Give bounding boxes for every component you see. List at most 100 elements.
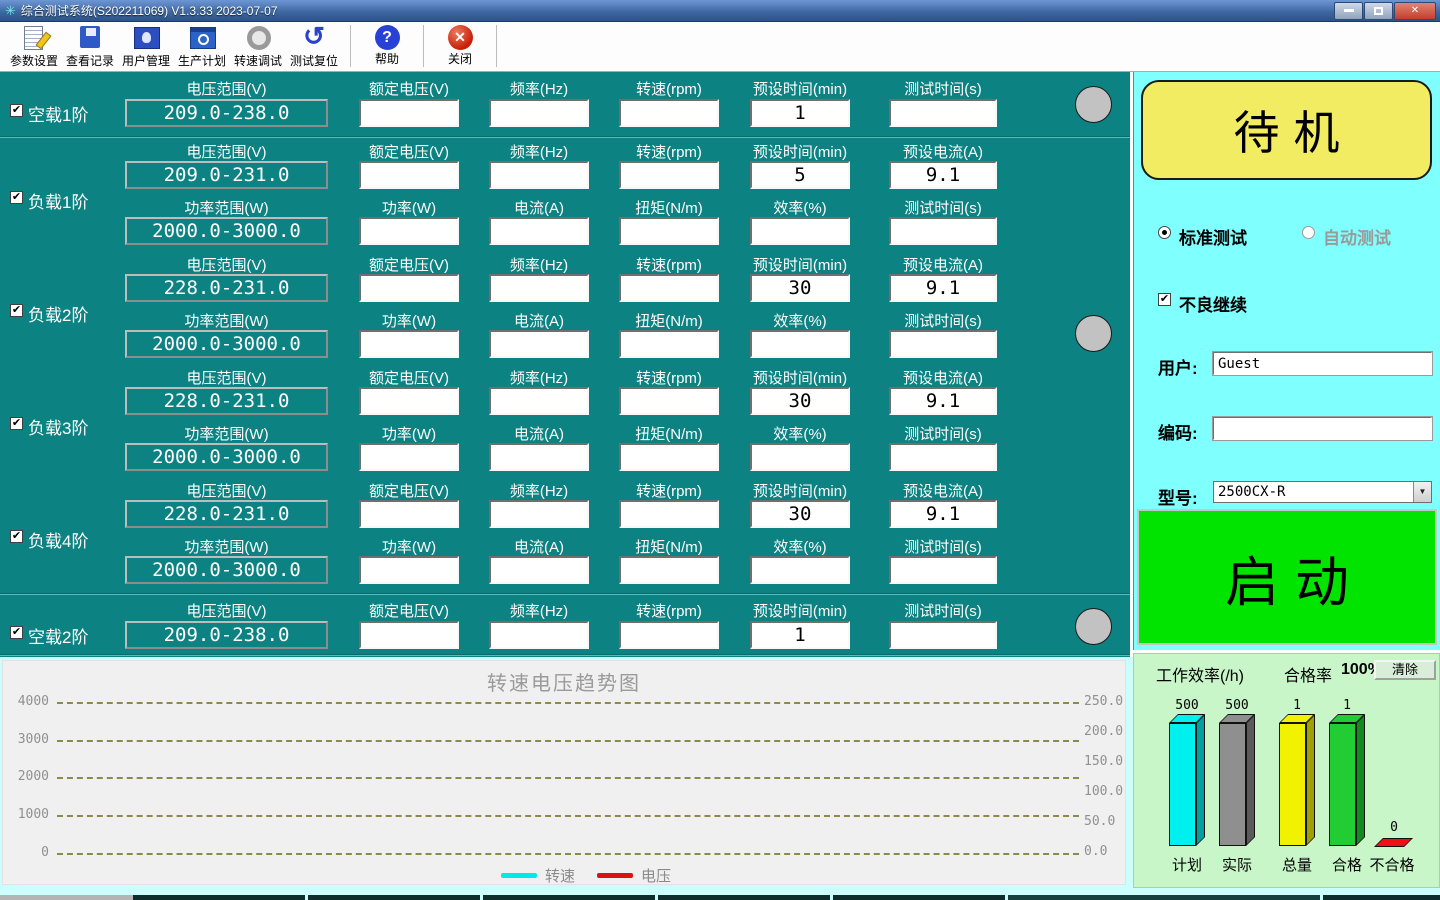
- stage-load2: ✔负载2阶电压范围(V)228.0-231.0额定电压(V)频率(Hz)转速(r…: [0, 253, 1130, 366]
- field-label: 电流(A): [489, 310, 589, 331]
- toolbar-button-close[interactable]: ✕关闭: [432, 22, 488, 67]
- field-input[interactable]: [619, 556, 719, 584]
- field-input[interactable]: [750, 274, 850, 302]
- field-input[interactable]: [489, 621, 589, 649]
- field-input[interactable]: [619, 621, 719, 649]
- field-input[interactable]: [889, 99, 997, 127]
- field-label: 转速(rpm): [619, 367, 719, 388]
- field-input[interactable]: [359, 556, 459, 584]
- field-input[interactable]: [489, 500, 589, 528]
- field-input[interactable]: [619, 330, 719, 358]
- field-input[interactable]: [619, 443, 719, 471]
- stage-noload1-checkbox[interactable]: ✔: [10, 104, 23, 117]
- field-input[interactable]: [889, 217, 997, 245]
- window-close-button[interactable]: ✕: [1394, 2, 1436, 20]
- field-input[interactable]: [359, 621, 459, 649]
- records-icon: [75, 24, 105, 52]
- field-input[interactable]: [359, 161, 459, 189]
- field-input[interactable]: [619, 387, 719, 415]
- toolbar-button-plan[interactable]: 生产计划: [174, 22, 230, 69]
- bad-continue-checkbox[interactable]: ✔: [1158, 293, 1171, 306]
- field-input[interactable]: [619, 161, 719, 189]
- field-input[interactable]: [889, 500, 997, 528]
- field-input[interactable]: [359, 387, 459, 415]
- field-input[interactable]: [489, 99, 589, 127]
- field-input[interactable]: [489, 556, 589, 584]
- field-input[interactable]: [889, 274, 997, 302]
- field-input[interactable]: [619, 217, 719, 245]
- toolbar-button-users[interactable]: 用户管理: [118, 22, 174, 69]
- field-label: 预设电流(A): [889, 367, 997, 388]
- field-input[interactable]: [489, 443, 589, 471]
- field-input[interactable]: [750, 161, 850, 189]
- field-input[interactable]: [619, 99, 719, 127]
- minimize-button[interactable]: [1334, 2, 1363, 20]
- field-input[interactable]: [359, 99, 459, 127]
- field-input[interactable]: [750, 217, 850, 245]
- field-input[interactable]: [619, 500, 719, 528]
- range-display: 2000.0-3000.0: [125, 330, 328, 358]
- field-input[interactable]: [889, 387, 997, 415]
- field-label: 额定电压(V): [359, 600, 459, 621]
- field-input[interactable]: [750, 99, 850, 127]
- field-input[interactable]: [619, 274, 719, 302]
- field-label: 测试时间(s): [889, 600, 997, 621]
- bar-side-face: [1246, 714, 1255, 846]
- field-input[interactable]: [359, 330, 459, 358]
- field-input[interactable]: [489, 330, 589, 358]
- field-input[interactable]: [359, 500, 459, 528]
- field-input[interactable]: [750, 387, 850, 415]
- radio-standard-test[interactable]: [1158, 226, 1171, 239]
- toolbar-button-label: 转速调试: [230, 52, 286, 69]
- clear-button[interactable]: 清除: [1374, 660, 1436, 680]
- field-input[interactable]: [489, 217, 589, 245]
- field-label: 频率(Hz): [489, 600, 589, 621]
- field-input[interactable]: [489, 161, 589, 189]
- field-input[interactable]: [359, 443, 459, 471]
- right-axis-tick: 0.0: [1084, 844, 1130, 859]
- code-input[interactable]: [1213, 417, 1432, 440]
- bar-category-label: 不合格: [1357, 854, 1427, 875]
- app-icon: ✳: [5, 3, 16, 19]
- toolbar-button-params[interactable]: 参数设置: [6, 22, 62, 69]
- model-select[interactable]: 2500CX-R ▼: [1213, 481, 1432, 503]
- field-input[interactable]: [750, 621, 850, 649]
- field-label: 预设时间(min): [750, 480, 850, 501]
- radio-standard-test-label: 标准测试: [1179, 224, 1247, 249]
- field-input[interactable]: [750, 500, 850, 528]
- field-input[interactable]: [750, 443, 850, 471]
- toolbar-button-help[interactable]: ?帮助: [359, 22, 415, 67]
- start-button[interactable]: 启动: [1137, 509, 1437, 645]
- field-label: 功率范围(W): [125, 536, 328, 557]
- stage-load4-checkbox[interactable]: ✔: [10, 530, 23, 543]
- field-input[interactable]: [489, 274, 589, 302]
- field-input[interactable]: [750, 556, 850, 584]
- field-input[interactable]: [359, 217, 459, 245]
- field-input[interactable]: [889, 443, 997, 471]
- user-input[interactable]: [1213, 352, 1432, 375]
- field-input[interactable]: [889, 330, 997, 358]
- field-input[interactable]: [889, 161, 997, 189]
- field-label: 功率范围(W): [125, 310, 328, 331]
- field-label: 功率(W): [359, 423, 459, 444]
- stage-divider: [0, 654, 1130, 656]
- status-standby-indicator: 待机: [1141, 80, 1432, 180]
- radio-auto-test[interactable]: [1302, 226, 1315, 239]
- field-input[interactable]: [889, 621, 997, 649]
- field-input[interactable]: [889, 556, 997, 584]
- restore-button[interactable]: [1364, 2, 1393, 20]
- toolbar-button-records[interactable]: 查看记录: [62, 22, 118, 69]
- field-label: 效率(%): [750, 536, 850, 557]
- stage-load3-checkbox[interactable]: ✔: [10, 417, 23, 430]
- stage-noload2-checkbox[interactable]: ✔: [10, 626, 23, 639]
- field-input[interactable]: [750, 330, 850, 358]
- stage-load1-checkbox[interactable]: ✔: [10, 191, 23, 204]
- field-input[interactable]: [359, 274, 459, 302]
- toolbar-button-speed[interactable]: 转速调试: [230, 22, 286, 69]
- bar-value: 500: [1205, 698, 1269, 713]
- toolbar-button-reset[interactable]: ↺测试复位: [286, 22, 342, 69]
- chevron-down-icon[interactable]: ▼: [1413, 482, 1431, 502]
- field-input[interactable]: [489, 387, 589, 415]
- toolbar-separator: [423, 25, 424, 67]
- stage-load2-checkbox[interactable]: ✔: [10, 304, 23, 317]
